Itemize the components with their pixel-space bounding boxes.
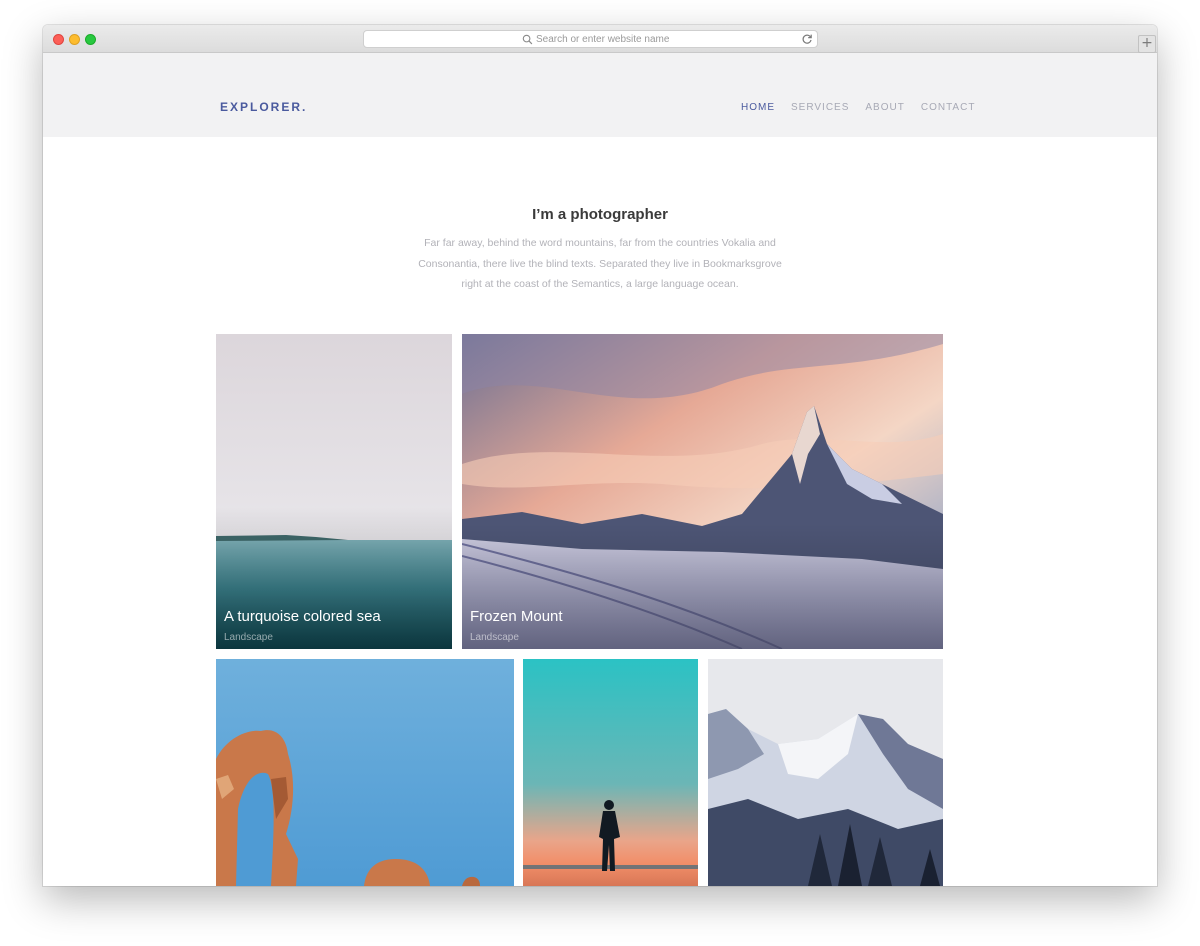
intro-paragraph: Far far away, behind the word mountains,… [393, 233, 807, 295]
address-bar[interactable]: Search or enter website name [363, 30, 818, 48]
minimize-window-button[interactable] [69, 34, 80, 45]
intro-line: Consonantia, there live the blind texts.… [418, 257, 782, 270]
address-placeholder: Search or enter website name [536, 34, 670, 45]
main-nav: HOME SERVICES ABOUT CONTACT [741, 102, 975, 113]
browser-titlebar: Search or enter website name + [43, 25, 1157, 53]
gallery-item-desert-arch[interactable] [216, 659, 514, 886]
reload-icon[interactable] [801, 33, 813, 45]
intro-line: right at the coast of the Semantics, a l… [461, 278, 739, 290]
card-title: Frozen Mount [470, 608, 563, 625]
zoom-window-button[interactable] [85, 34, 96, 45]
nav-about[interactable]: ABOUT [865, 102, 904, 113]
new-tab-button[interactable]: + [1138, 35, 1156, 53]
arch-photo [216, 659, 514, 886]
site-logo[interactable]: EXPLORER. [220, 100, 307, 114]
intro-line: Far far away, behind the word mountains,… [424, 237, 776, 249]
nav-services[interactable]: SERVICES [791, 102, 849, 113]
card-category: Landscape [224, 632, 273, 643]
gallery-item-frozen-mount[interactable]: Frozen Mount Landscape [462, 334, 943, 649]
gallery-item-sea[interactable]: A turquoise colored sea Landscape [216, 334, 452, 649]
card-title: A turquoise colored sea [224, 608, 381, 625]
plus-icon: + [1141, 35, 1153, 51]
gallery-item-silhouette[interactable] [523, 659, 698, 886]
card-category: Landscape [470, 632, 519, 643]
peaks-photo [708, 659, 943, 886]
close-window-button[interactable] [53, 34, 64, 45]
nav-home[interactable]: HOME [741, 102, 775, 113]
silhouette-photo [523, 659, 698, 886]
site-header: EXPLORER. HOME SERVICES ABOUT CONTACT [43, 53, 1157, 137]
search-icon [522, 34, 533, 45]
nav-contact[interactable]: CONTACT [921, 102, 976, 113]
screenshot-stage: Search or enter website name + EXPLORER.… [0, 0, 1200, 946]
mountain-photo [462, 334, 943, 649]
browser-window: Search or enter website name + EXPLORER.… [43, 25, 1157, 886]
page-title: I’m a photographer [532, 206, 668, 223]
gallery-item-snowy-peaks[interactable] [708, 659, 943, 886]
sea-photo [216, 334, 452, 649]
